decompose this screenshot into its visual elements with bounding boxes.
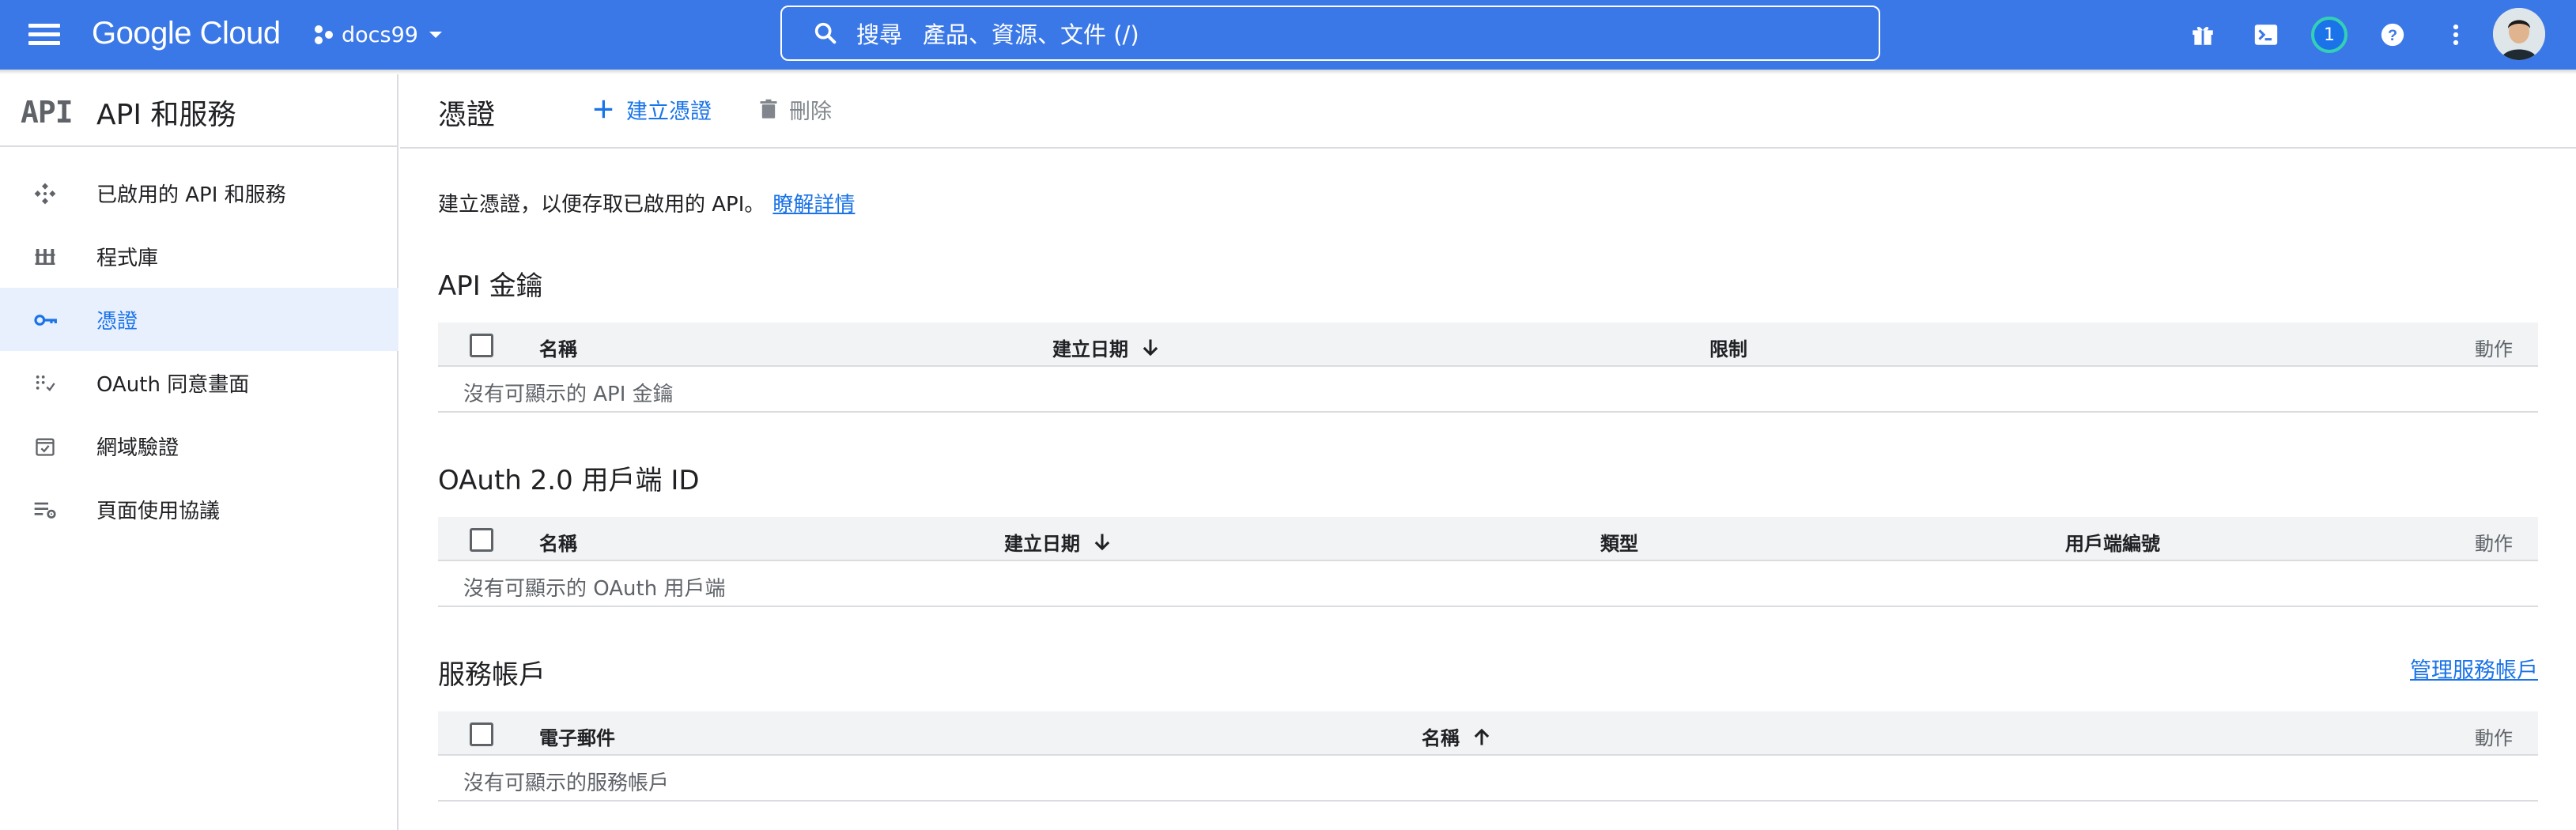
column-label: 建立日期 bbox=[1004, 533, 1080, 555]
svg-text:?: ? bbox=[2388, 27, 2397, 44]
column-actions: 動作 bbox=[2475, 533, 2513, 555]
column-created-date[interactable]: 建立日期 bbox=[1052, 334, 1161, 361]
project-name: docs99 bbox=[342, 22, 418, 47]
learn-more-link[interactable]: 瞭解詳情 bbox=[772, 193, 855, 217]
oauth-clients-table: 名稱 建立日期 類型 用戶端編號 動作 沒有可顯示的 OAuth 用戶端 bbox=[438, 517, 2538, 607]
oauth-clients-title: OAuth 2.0 用戶端 ID bbox=[438, 465, 700, 496]
more-vert-icon[interactable] bbox=[2437, 16, 2475, 54]
column-email: 電子郵件 bbox=[539, 727, 615, 749]
cloud-shell-icon[interactable] bbox=[2247, 16, 2285, 54]
sidebar-item-label: 已啟用的 API 和服務 bbox=[96, 183, 286, 207]
api-logo-icon: API bbox=[21, 95, 74, 130]
intro-description: 建立憑證，以便存取已啟用的 API。 bbox=[438, 193, 765, 217]
sidebar: API API 和服務 已啟用的 API 和服務 程式庫 憑證 OAuth 同意… bbox=[0, 74, 398, 830]
intro-text: 建立憑證，以便存取已啟用的 API。 瞭解詳情 bbox=[438, 188, 855, 217]
gift-icon[interactable] bbox=[2184, 16, 2222, 54]
empty-message: 沒有可顯示的 OAuth 用戶端 bbox=[463, 577, 726, 601]
sidebar-title: API 和服務 bbox=[96, 99, 236, 131]
notifications-badge[interactable]: 1 bbox=[2310, 16, 2348, 54]
column-label: 建立日期 bbox=[1052, 338, 1128, 360]
help-icon[interactable]: ? bbox=[2374, 16, 2412, 54]
column-restrictions: 限制 bbox=[1709, 338, 1747, 360]
page-title: 憑證 bbox=[438, 99, 496, 131]
sidebar-item-label: 頁面使用協議 bbox=[96, 500, 221, 523]
sidebar-item-credentials[interactable]: 憑證 bbox=[0, 288, 398, 351]
delete-label: 刪除 bbox=[789, 99, 832, 124]
select-all-checkbox[interactable] bbox=[470, 528, 493, 552]
sidebar-item-label: 網域驗證 bbox=[96, 436, 179, 460]
arrow-down-icon bbox=[1143, 339, 1158, 356]
table-header: 名稱 建立日期 限制 動作 bbox=[438, 323, 2538, 367]
service-accounts-title: 服務帳戶 bbox=[438, 659, 546, 691]
sidebar-item-library[interactable]: 程式庫 bbox=[0, 224, 398, 288]
sidebar-item-page-usage[interactable]: 頁面使用協議 bbox=[0, 477, 398, 541]
empty-message: 沒有可顯示的服務帳戶 bbox=[463, 772, 670, 795]
table-row: 沒有可顯示的 OAuth 用戶端 bbox=[438, 561, 2538, 607]
sidebar-item-label: 程式庫 bbox=[96, 247, 159, 270]
plus-icon bbox=[594, 100, 613, 119]
column-created-date[interactable]: 建立日期 bbox=[1004, 528, 1113, 556]
create-credentials-label: 建立憑證 bbox=[626, 99, 712, 124]
trash-icon bbox=[760, 99, 777, 119]
search-icon bbox=[814, 22, 837, 44]
api-keys-title: API 金鑰 bbox=[438, 270, 543, 302]
page-header: 憑證 建立憑證 刪除 bbox=[400, 74, 2576, 149]
arrow-up-icon bbox=[1474, 728, 1490, 745]
sidebar-header: API API 和服務 bbox=[0, 74, 398, 147]
page-settings-icon bbox=[32, 496, 59, 523]
empty-message: 沒有可顯示的 API 金鑰 bbox=[463, 383, 674, 406]
select-all-checkbox[interactable] bbox=[470, 334, 493, 357]
column-name[interactable]: 名稱 bbox=[1422, 722, 1493, 750]
sidebar-item-oauth-consent[interactable]: OAuth 同意畫面 bbox=[0, 351, 398, 414]
chevron-down-icon bbox=[429, 32, 442, 38]
sidebar-item-enabled-apis[interactable]: 已啟用的 API 和服務 bbox=[0, 161, 398, 224]
domain-check-icon bbox=[32, 433, 59, 460]
manage-service-accounts-link[interactable]: 管理服務帳戶 bbox=[2410, 653, 2538, 684]
column-label: 名稱 bbox=[1422, 727, 1460, 749]
table-header: 名稱 建立日期 類型 用戶端編號 動作 bbox=[438, 517, 2538, 561]
select-all-checkbox[interactable] bbox=[470, 722, 493, 746]
delete-button[interactable]: 刪除 bbox=[757, 92, 832, 126]
main-menu-icon[interactable] bbox=[28, 21, 62, 49]
column-client-id: 用戶端編號 bbox=[2065, 533, 2160, 555]
sidebar-item-domain-verification[interactable]: 網域驗證 bbox=[0, 414, 398, 477]
project-selector[interactable]: docs99 bbox=[313, 17, 445, 52]
oauth-consent-icon bbox=[32, 370, 59, 397]
library-icon bbox=[32, 243, 59, 270]
key-icon bbox=[32, 307, 59, 334]
column-name: 名稱 bbox=[539, 533, 577, 555]
sidebar-item-label: 憑證 bbox=[96, 310, 138, 334]
sidebar-item-label: OAuth 同意畫面 bbox=[96, 373, 250, 397]
account-avatar[interactable] bbox=[2493, 8, 2545, 60]
search-label: 搜尋 bbox=[856, 21, 903, 48]
api-keys-table: 名稱 建立日期 限制 動作 沒有可顯示的 API 金鑰 bbox=[438, 323, 2538, 413]
column-actions: 動作 bbox=[2475, 727, 2513, 749]
search-placeholder: 產品、資源、文件 (/) bbox=[923, 21, 1139, 48]
table-row: 沒有可顯示的 API 金鑰 bbox=[438, 367, 2538, 413]
logo-text: Google Cloud bbox=[92, 16, 281, 51]
search-bar[interactable]: 搜尋 產品、資源、文件 (/) bbox=[780, 6, 1880, 61]
arrow-down-icon bbox=[1094, 534, 1110, 550]
column-actions: 動作 bbox=[2475, 338, 2513, 360]
table-row: 沒有可顯示的服務帳戶 bbox=[438, 756, 2538, 802]
table-header: 電子郵件 名稱 動作 bbox=[438, 711, 2538, 756]
column-name: 名稱 bbox=[539, 338, 577, 360]
api-dots-icon bbox=[32, 180, 59, 207]
service-accounts-table: 電子郵件 名稱 動作 沒有可顯示的服務帳戶 bbox=[438, 711, 2538, 802]
create-credentials-button[interactable]: 建立憑證 bbox=[591, 92, 712, 126]
top-app-bar: Google Cloud docs99 搜尋 產品、資源、文件 (/) 1 ? bbox=[0, 0, 2576, 70]
notification-count: 1 bbox=[2311, 17, 2347, 53]
column-type: 類型 bbox=[1600, 533, 1638, 555]
google-cloud-logo[interactable]: Google Cloud bbox=[92, 13, 281, 54]
project-nodes-icon bbox=[315, 25, 333, 44]
